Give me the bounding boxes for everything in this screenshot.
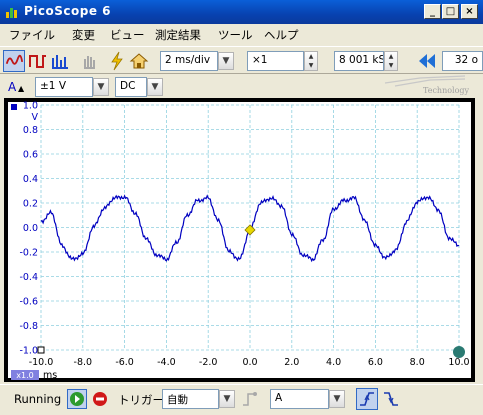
home-icon[interactable]	[128, 50, 150, 72]
stop-button-icon[interactable]	[90, 389, 110, 409]
menu-file[interactable]: ファイル	[9, 27, 55, 43]
persistence-mode-icon[interactable]	[27, 50, 49, 72]
hand-tool-icon[interactable]	[78, 50, 100, 72]
picoscope-app-icon	[6, 8, 17, 18]
timebase-dropdown-icon[interactable]: ▼	[218, 52, 234, 70]
channel-options-icon[interactable]: ▲	[18, 84, 24, 93]
logo-text: Technology	[423, 86, 470, 95]
title-bar: PicoScope 6 _ □ ×	[0, 0, 483, 24]
minimize-button[interactable]: _	[424, 4, 441, 19]
channel-toolbar: A ▲ ±1 V ▼ DC ▼ Technology	[0, 74, 483, 100]
trigger-mode-dropdown-icon[interactable]: ▼	[219, 390, 235, 408]
falling-edge-icon[interactable]	[380, 388, 402, 410]
scope-mode-icon[interactable]	[3, 50, 25, 72]
lightning-icon[interactable]	[106, 50, 128, 72]
range-dropdown-icon[interactable]: ▼	[93, 78, 109, 96]
spectrum-mode-icon[interactable]	[49, 50, 71, 72]
trigger-label: トリガー	[118, 393, 164, 407]
zoom-spinner[interactable]: ▲ ▼	[304, 51, 318, 71]
trigger-channel-field[interactable]: A	[270, 389, 329, 409]
timebase-field[interactable]: 2 ms/div	[160, 51, 218, 71]
close-button[interactable]: ×	[461, 4, 478, 19]
trigger-config-icon[interactable]	[240, 389, 260, 409]
window-title: PicoScope 6	[24, 4, 112, 18]
menu-tools[interactable]: ツール	[218, 27, 253, 43]
rising-edge-icon[interactable]	[356, 388, 378, 410]
coupling-field[interactable]: DC	[115, 77, 147, 97]
menu-help[interactable]: ヘルプ	[264, 27, 299, 43]
scope-view[interactable]	[8, 102, 471, 378]
maximize-button[interactable]: □	[442, 4, 459, 19]
range-field[interactable]: ±1 V	[35, 77, 93, 97]
go-button-icon[interactable]	[67, 389, 87, 409]
channel-label[interactable]: A	[8, 80, 16, 94]
trigger-channel-dropdown-icon[interactable]: ▼	[329, 390, 345, 408]
trigger-mode-field[interactable]: 自動	[162, 389, 219, 409]
rewind-icon[interactable]	[416, 50, 438, 72]
menu-bar: ファイル 変更 ビュー 測定結果 ツール ヘルプ	[0, 24, 483, 46]
samples-spinner[interactable]: ▲ ▼	[384, 51, 398, 71]
menu-measurements[interactable]: 測定結果	[155, 27, 201, 43]
coupling-dropdown-icon[interactable]: ▼	[147, 78, 163, 96]
samples-field[interactable]: 8 001 kS	[334, 51, 384, 71]
capture-count-field[interactable]: 32 o	[442, 51, 483, 71]
menu-edit[interactable]: 変更	[72, 27, 95, 43]
running-status: Running	[14, 392, 62, 406]
zoom-field[interactable]: ×1	[247, 51, 304, 71]
main-toolbar: 2 ms/div ▼ ×1 ▲ ▼ 8 001 kS ▲ ▼ 32 o	[0, 46, 483, 74]
status-bar: Running トリガー 自動 ▼ A ▼	[0, 384, 483, 415]
menu-view[interactable]: ビュー	[110, 27, 145, 43]
